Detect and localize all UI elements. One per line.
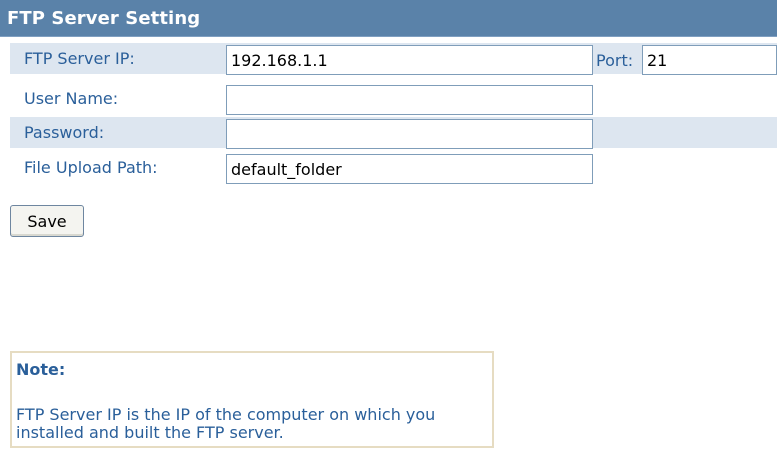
server-ip-input[interactable] — [226, 45, 593, 75]
server-ip-row: FTP Server IP: Port: — [10, 43, 777, 75]
password-input[interactable] — [226, 119, 593, 149]
port-input[interactable] — [642, 45, 777, 75]
save-button[interactable]: Save — [10, 205, 84, 237]
note-box: Note: FTP Server IP is the IP of the com… — [10, 351, 494, 448]
password-label: Password: — [24, 123, 105, 142]
upload-path-row: File Upload Path: — [10, 152, 777, 184]
user-name-label: User Name: — [24, 89, 119, 108]
password-row: Password: — [10, 117, 777, 149]
port-label: Port: — [596, 51, 634, 70]
note-text: FTP Server IP is the IP of the computer … — [16, 405, 436, 442]
user-name-row: User Name: — [10, 83, 777, 115]
server-ip-label: FTP Server IP: — [24, 49, 135, 68]
section-title: FTP Server Setting — [7, 8, 201, 29]
upload-path-input[interactable] — [226, 154, 593, 184]
user-name-input[interactable] — [226, 85, 593, 115]
upload-path-label: File Upload Path: — [24, 158, 158, 177]
section-header: FTP Server Setting — [0, 0, 777, 37]
note-title: Note: — [16, 360, 66, 379]
